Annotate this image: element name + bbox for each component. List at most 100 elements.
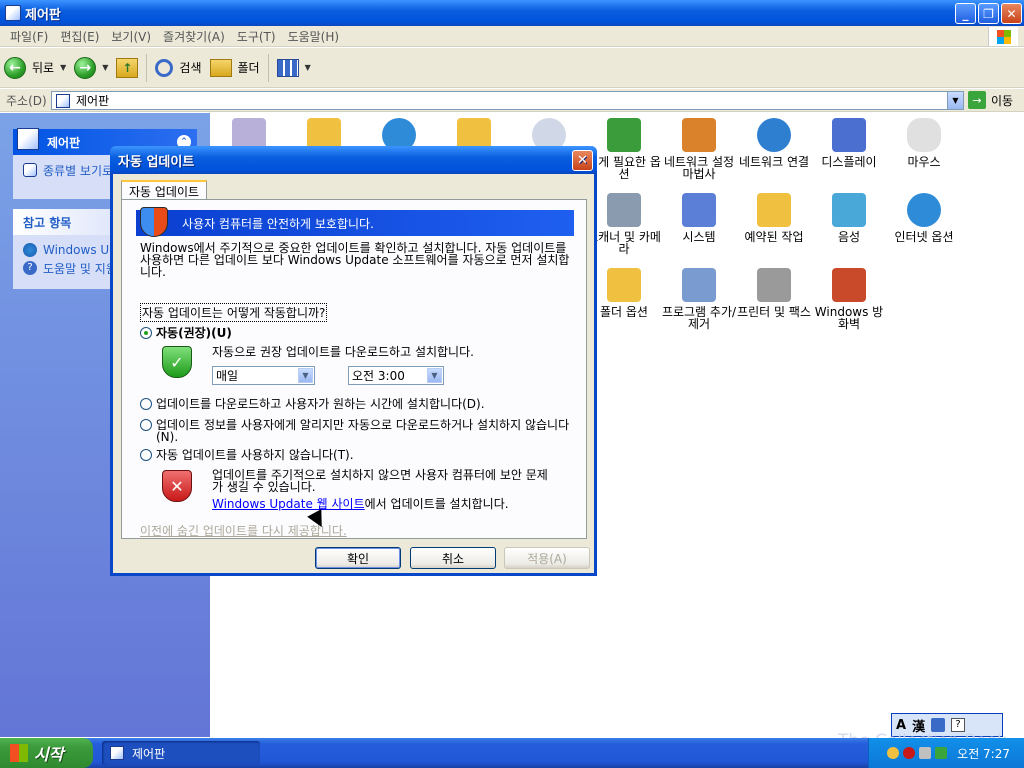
radio-button[interactable] [140, 449, 152, 461]
radio-off-label: 자동 업데이트를 사용하지 않습니다(T). [156, 448, 354, 462]
scheduled-folder-icon [757, 193, 791, 227]
offer-hidden-updates-link[interactable]: 이전에 숨긴 업데이트를 다시 제공합니다. [140, 525, 572, 537]
address-field[interactable]: 제어판 ▼ [51, 91, 964, 110]
radio-auto[interactable]: 자동(권장)(U) [140, 327, 232, 339]
chevron-down-icon: ▼ [427, 368, 442, 383]
auto-description: 자동으로 권장 업데이트를 다운로드하고 설치합니다. [212, 345, 474, 359]
speech-item[interactable]: 음성 [810, 193, 888, 243]
tray-icon[interactable] [887, 747, 900, 759]
minimize-button[interactable]: _ [955, 3, 976, 24]
windows-firewall-item[interactable]: Windows 방화벽 [810, 268, 888, 330]
chevron-down-icon: ▼ [298, 368, 313, 383]
item-label: 시스템 [682, 230, 716, 244]
address-value: 제어판 [76, 94, 110, 108]
wu-suffix: 에서 업데이트를 설치합니다. [364, 497, 509, 511]
taskbar-item-label: 제어판 [132, 746, 166, 761]
radio-notify[interactable]: 업데이트 정보를 사용자에게 알리지만 자동으로 다운로드하거나 설치하지 않습… [140, 419, 572, 443]
radio-auto-label: 자동(권장)(U) [156, 326, 232, 340]
network-globe-icon [757, 118, 791, 152]
display-item[interactable]: 디스플레이 [810, 118, 888, 168]
internet-options-item[interactable]: 인터넷 옵션 [885, 193, 963, 243]
forward-dropdown-icon[interactable]: ▼ [102, 63, 108, 72]
ime-pad-icon[interactable] [931, 718, 946, 732]
item-label: 예약된 작업 [744, 230, 804, 244]
banner-text: 사용자 컴퓨터를 안전하게 보호합니다. [182, 216, 374, 231]
search-button[interactable]: 검색 [151, 51, 205, 85]
back-button[interactable]: ← 뒤로 ▼ [0, 51, 70, 85]
control-panel-icon [5, 5, 21, 21]
menu-tools[interactable]: 도구(T) [231, 28, 282, 45]
go-button[interactable]: → 이동 [968, 91, 1013, 109]
restore-button[interactable]: ❐ [978, 3, 999, 24]
menu-view[interactable]: 보기(V) [105, 28, 157, 45]
item-label: 인터넷 옵션 [894, 230, 954, 244]
radio-notify-label: 업데이트 정보를 사용자에게 알리지만 자동으로 다운로드하거나 설치하지 않습… [156, 418, 570, 444]
network-setup-wizard-item[interactable]: 네트워크 설정 마법사 [660, 118, 738, 180]
radio-button-selected[interactable] [140, 327, 152, 339]
cancel-button[interactable]: 취소 [410, 547, 496, 569]
day-select[interactable]: 매일 ▼ [212, 366, 315, 385]
menu-help[interactable]: 도움말(H) [282, 28, 346, 45]
help-icon[interactable]: ? [951, 718, 966, 732]
menu-favorites[interactable]: 즐겨찾기(A) [157, 28, 231, 45]
window-titlebar[interactable]: 제어판 _ ❐ ✕ [0, 0, 1024, 26]
windows-update-site-link[interactable]: Windows Update 웹 사이트 [212, 497, 365, 511]
dialog-close-button[interactable]: ✕ [572, 150, 593, 171]
help-icon: ? [23, 261, 37, 275]
how-it-works-link[interactable]: 자동 업데이트는 어떻게 작동합니까? [140, 303, 328, 322]
scheduled-tasks-item[interactable]: 예약된 작업 [735, 193, 813, 243]
radio-button[interactable] [140, 398, 152, 410]
security-banner: 사용자 컴퓨터를 안전하게 보호합니다. [136, 207, 574, 237]
taskbar-item-control-panel[interactable]: 제어판 [102, 741, 260, 765]
day-select-value: 매일 [216, 369, 239, 383]
tab-automatic-updates[interactable]: 자동 업데이트 [121, 180, 208, 200]
radio-download[interactable]: 업데이트를 다운로드하고 사용자가 원하는 시간에 설치합니다(D). [140, 398, 570, 410]
address-bar: 주소(D) 제어판 ▼ → 이동 [0, 89, 1024, 112]
ok-button[interactable]: 확인 [315, 547, 401, 569]
back-dropdown-icon[interactable]: ▼ [60, 63, 66, 72]
address-dropdown-icon[interactable]: ▼ [947, 92, 963, 109]
cd-box-icon [682, 268, 716, 302]
search-label: 검색 [179, 61, 202, 75]
update-icon[interactable] [935, 747, 948, 759]
close-button[interactable]: ✕ [1001, 3, 1022, 24]
forward-button[interactable]: → ▼ [70, 51, 112, 85]
security-alert-icon[interactable] [903, 747, 916, 759]
menu-edit[interactable]: 편집(E) [54, 28, 105, 45]
warning-text: 업데이트를 주기적으로 설치하지 않으면 사용자 컴퓨터에 보안 문제가 생길 … [212, 468, 548, 494]
views-dropdown-icon[interactable]: ▼ [305, 63, 311, 72]
folders-button[interactable]: 폴더 [206, 51, 264, 85]
item-label: 폴더 옵션 [600, 305, 648, 319]
network-connections-item[interactable]: 네트워크 연결 [735, 118, 813, 168]
radio-off[interactable]: 자동 업데이트를 사용하지 않습니다(T). [140, 449, 354, 461]
printers-faxes-item[interactable]: 프린터 및 팩스 [735, 268, 813, 318]
system-item[interactable]: 시스템 [660, 193, 738, 243]
up-folder-button[interactable]: ↑ [112, 51, 142, 85]
accessibility-icon [607, 118, 641, 152]
time-select[interactable]: 오전 3:00 ▼ [348, 366, 444, 385]
dialog-titlebar[interactable]: 자동 업데이트 ✕ [110, 146, 597, 174]
wu-line: Windows Update 웹 사이트에서 업데이트를 설치합니다. [212, 498, 552, 510]
item-label: 프린터 및 팩스 [737, 305, 811, 319]
item-label: Windows 방화벽 [814, 305, 884, 331]
go-arrow-icon: → [968, 91, 986, 109]
display-icon [832, 118, 866, 152]
address-label: 주소(D) [6, 93, 47, 108]
toolbar-separator [267, 53, 269, 82]
views-button[interactable]: ▼ [273, 51, 315, 85]
menu-file[interactable]: 파일(F) [4, 28, 54, 45]
item-label: 스캐너 및 카메라 [587, 230, 661, 256]
add-remove-programs-item[interactable]: 프로그램 추가/제거 [660, 268, 738, 330]
start-button[interactable]: 시작 [0, 738, 93, 768]
search-icon [155, 58, 174, 77]
mouse-item[interactable]: 마우스 [885, 118, 963, 168]
radio-button[interactable] [140, 419, 152, 431]
control-panel-icon [110, 746, 124, 760]
scanner-icon [607, 193, 641, 227]
menu-bar: 파일(F) 편집(E) 보기(V) 즐겨찾기(A) 도구(T) 도움말(H) [0, 26, 1024, 47]
volume-icon[interactable] [919, 747, 932, 759]
control-panel-icon [17, 128, 39, 150]
help-support-label: 도움말 및 지원 [43, 261, 117, 276]
item-label: 네트워크 설정 마법사 [663, 155, 735, 181]
back-label: 뒤로 [32, 61, 55, 75]
